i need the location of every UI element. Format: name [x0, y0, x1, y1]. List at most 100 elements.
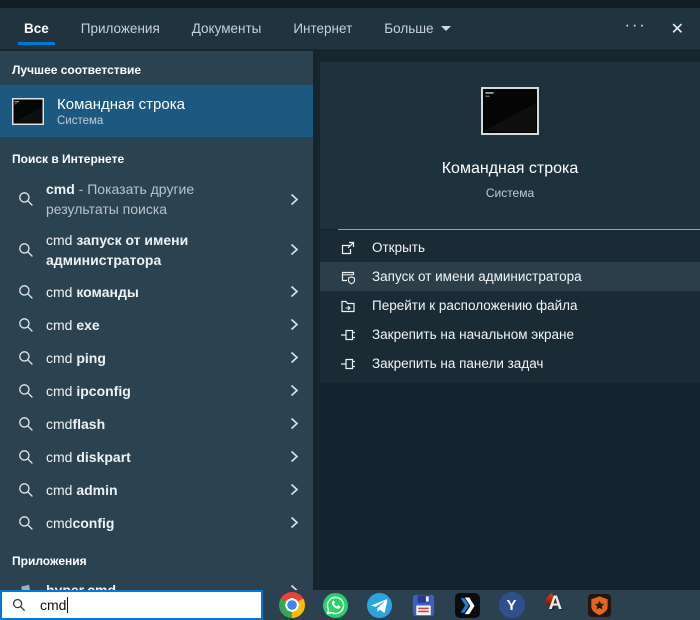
taskbar-button-a-letter-app[interactable]: A — [542, 592, 569, 619]
suggestion-text: cmd diskpart — [46, 447, 260, 467]
tab-web-label: Интернет — [293, 21, 352, 36]
chevron-right-icon[interactable] — [290, 384, 299, 397]
context-actions: Открыть Запуск от имени администратора П… — [320, 230, 700, 383]
shield-badge-icon — [587, 593, 612, 618]
top-strip — [0, 0, 700, 8]
action-open-file-location[interactable]: Перейти к расположению файла — [320, 291, 700, 320]
tab-all[interactable]: Все — [24, 8, 49, 49]
search-suggestion[interactable]: cmd exe — [0, 308, 313, 341]
chevron-right-icon[interactable] — [290, 318, 299, 331]
web-search-header: Поиск в Интернете — [0, 137, 313, 174]
suggestion-text: cmdflash — [46, 414, 260, 434]
suggestion-text: cmdconfig — [46, 513, 260, 533]
search-icon — [18, 284, 34, 300]
tab-more-label: Больше — [384, 21, 433, 36]
search-icon — [18, 242, 34, 258]
cmd-terminal-icon-large — [481, 87, 539, 135]
tab-documents-label: Документы — [192, 21, 262, 36]
suggestion-text: cmd запуск от имени администратора — [46, 230, 260, 271]
action-pin-to-taskbar[interactable]: Закрепить на панели задач — [320, 349, 700, 378]
search-icon — [18, 515, 34, 531]
action-label: Закрепить на панели задач — [372, 356, 543, 371]
pin-icon — [340, 327, 356, 343]
search-suggestion[interactable]: cmd admin — [0, 473, 313, 506]
search-suggestion[interactable]: cmd diskpart — [0, 440, 313, 473]
taskbar-search-input[interactable]: cmd — [0, 590, 263, 620]
best-match-text: Командная строка Система — [57, 96, 185, 127]
floppy-disk-icon — [411, 593, 436, 618]
open-window-icon — [340, 240, 356, 256]
preview-subtitle: Система — [486, 186, 534, 200]
suggestion-text: cmd exe — [46, 315, 260, 335]
taskbar-button-shield-app[interactable] — [586, 592, 613, 619]
preview-panel: Командная строка Система Открыть Зап — [320, 51, 700, 620]
tab-documents[interactable]: Документы — [192, 8, 262, 49]
chevron-right-icon[interactable] — [290, 285, 299, 298]
search-results-panel: Лучшее соответствие Командная строка Сис… — [0, 51, 313, 590]
search-icon — [12, 598, 26, 612]
chevron-app-icon: ❯ ❯ — [455, 593, 480, 618]
search-suggestion[interactable]: cmd ping — [0, 341, 313, 374]
telegram-icon — [366, 592, 393, 619]
close-icon[interactable]: ✕ — [671, 19, 684, 39]
search-tab-bar: Все Приложения Документы Интернет Больше… — [0, 8, 700, 50]
chevron-right-icon[interactable] — [290, 450, 299, 463]
action-label: Открыть — [372, 240, 425, 255]
search-suggestion[interactable]: cmd запуск от имени администратора — [0, 225, 313, 276]
best-match-subtitle: Система — [57, 115, 185, 127]
whatsapp-icon — [322, 592, 349, 619]
search-icon — [18, 191, 34, 207]
search-suggestion[interactable]: cmd команды — [0, 275, 313, 308]
search-icon — [18, 482, 34, 498]
chevron-right-icon[interactable] — [290, 516, 299, 529]
search-icon — [18, 317, 34, 333]
tab-more[interactable]: Больше — [384, 8, 450, 49]
chevron-right-icon[interactable] — [290, 351, 299, 364]
chrome-icon — [279, 592, 305, 618]
tab-bar-right: ··· ✕ — [625, 19, 700, 39]
search-query-text: cmd — [40, 597, 66, 613]
suggestion-text: cmd ipconfig — [46, 381, 260, 401]
action-pin-to-start[interactable]: Закрепить на начальном экране — [320, 320, 700, 349]
taskbar-button-telegram[interactable] — [366, 592, 393, 619]
chevron-down-icon — [441, 26, 451, 31]
search-icon — [18, 449, 34, 465]
apps-header: Приложения — [0, 539, 313, 576]
file-location-icon — [340, 298, 356, 314]
taskbar-button-chevron-app[interactable]: ❯ ❯ — [454, 592, 481, 619]
cmd-terminal-icon — [12, 98, 44, 125]
action-label: Закрепить на начальном экране — [372, 327, 574, 342]
taskbar-button-whatsapp[interactable] — [322, 592, 349, 619]
suggestion-text: cmd команды — [46, 282, 260, 302]
search-suggestion[interactable]: cmdflash — [0, 407, 313, 440]
action-run-as-admin[interactable]: Запуск от имени администратора — [320, 262, 700, 291]
preview-hero: Командная строка Система — [320, 62, 700, 229]
taskbar-button-chrome[interactable] — [278, 592, 305, 619]
action-open[interactable]: Открыть — [320, 233, 700, 262]
search-suggestion[interactable]: cmdconfig — [0, 506, 313, 539]
taskbar-button-yandex[interactable]: Y — [498, 592, 525, 619]
search-suggestion[interactable]: cmd - Показать другие результаты поиска — [0, 174, 313, 225]
suggestion-text: cmd ping — [46, 348, 260, 368]
taskbar-button-floppy[interactable] — [410, 592, 437, 619]
best-match-result[interactable]: Командная строка Система — [0, 85, 313, 137]
more-options-icon[interactable]: ··· — [625, 21, 647, 37]
chevron-right-icon[interactable] — [290, 417, 299, 430]
search-suggestion[interactable]: cmd ipconfig — [0, 374, 313, 407]
yandex-icon: Y — [499, 592, 525, 618]
action-label: Перейти к расположению файла — [372, 298, 578, 313]
chevron-right-icon[interactable] — [290, 483, 299, 496]
suggestion-text: cmd - Показать другие результаты поиска — [46, 179, 260, 220]
action-label: Запуск от имени администратора — [372, 269, 582, 284]
a-letter-app-icon: A — [543, 592, 569, 618]
chevron-right-icon[interactable] — [290, 193, 299, 206]
windows-search-flyout: Все Приложения Документы Интернет Больше… — [0, 0, 700, 620]
pin-icon — [340, 356, 356, 372]
best-match-header: Лучшее соответствие — [0, 51, 313, 85]
search-icon — [18, 350, 34, 366]
tab-all-label: Все — [24, 21, 49, 36]
tab-apps[interactable]: Приложения — [81, 8, 160, 49]
preview-top-band — [320, 51, 700, 62]
tab-web[interactable]: Интернет — [293, 8, 352, 49]
chevron-right-icon[interactable] — [290, 243, 299, 256]
